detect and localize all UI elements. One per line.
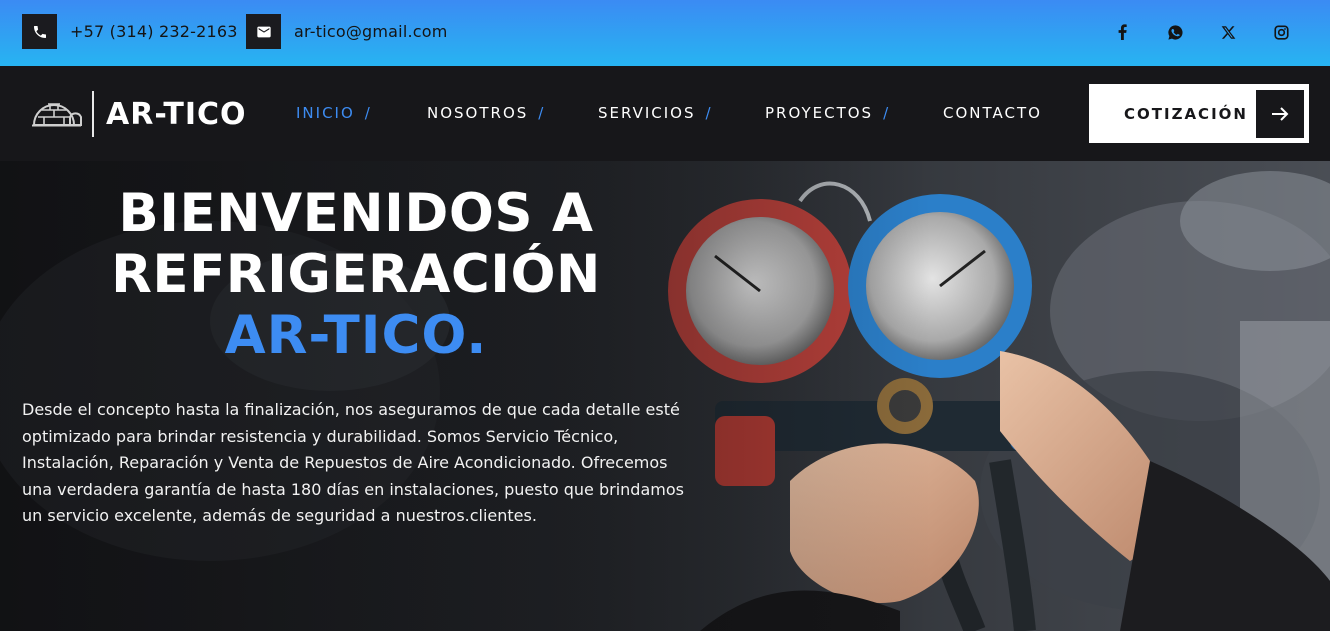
nav-slash: / xyxy=(883,104,889,122)
cotizacion-button[interactable]: COTIZACIÓN xyxy=(1089,84,1309,143)
email-address: ar-tico@gmail.com xyxy=(294,22,448,41)
nav-label: SERVICIOS xyxy=(598,104,696,122)
main-navbar: AR-TICO INICIO / NOSOTROS / SERVICIOS / PRO… xyxy=(0,66,1330,161)
mail-icon xyxy=(246,14,281,49)
nav-item-servicios[interactable]: SERVICIOS / xyxy=(598,104,711,122)
nav-label: NOSOTROS xyxy=(427,104,529,122)
top-contact-bar: +57 (314) 232-2163 ar-tico@gmail.com xyxy=(0,0,1330,66)
whatsapp-icon[interactable] xyxy=(1149,22,1202,42)
phone-number: +57 (314) 232-2163 xyxy=(70,22,238,41)
facebook-icon[interactable] xyxy=(1096,22,1149,42)
igloo-icon xyxy=(30,95,82,134)
nav-item-contacto[interactable]: CONTACTO xyxy=(943,104,1042,122)
hero-section: BIENVENIDOS A REFRIGERACIÓN AR-TICO. Des… xyxy=(0,161,1330,631)
nav-slash: / xyxy=(705,104,711,122)
site-logo[interactable]: AR-TICO xyxy=(30,88,247,140)
instagram-icon[interactable] xyxy=(1255,22,1308,42)
nav-label: CONTACTO xyxy=(943,104,1042,122)
nav-slash: / xyxy=(538,104,544,122)
hero-title: BIENVENIDOS A REFRIGERACIÓN AR-TICO. xyxy=(0,183,712,366)
nav-item-nosotros[interactable]: NOSOTROS / xyxy=(427,104,543,122)
phone-icon xyxy=(22,14,57,49)
phone-contact[interactable]: +57 (314) 232-2163 xyxy=(22,14,238,49)
hero-title-line-1: BIENVENIDOS A xyxy=(118,183,594,244)
nav-item-proyectos[interactable]: PROYECTOS / xyxy=(765,104,888,122)
nav-label: PROYECTOS xyxy=(765,104,874,122)
arrow-right-icon xyxy=(1256,89,1304,138)
hero-title-brand: AR-TICO. xyxy=(224,305,488,366)
email-contact[interactable]: ar-tico@gmail.com xyxy=(246,14,448,49)
hero-title-line-2: REFRIGERACIÓN xyxy=(111,244,601,305)
social-links xyxy=(1096,22,1308,42)
nav-slash: / xyxy=(364,104,370,122)
hero-description: Desde el concepto hasta la finalización,… xyxy=(22,400,684,525)
nav-label: INICIO xyxy=(296,104,355,122)
cta-label: COTIZACIÓN xyxy=(1124,104,1248,123)
logo-divider xyxy=(92,91,94,137)
logo-text: AR-TICO xyxy=(106,96,247,132)
x-icon[interactable] xyxy=(1202,22,1255,42)
nav-item-inicio[interactable]: INICIO / xyxy=(296,104,370,122)
